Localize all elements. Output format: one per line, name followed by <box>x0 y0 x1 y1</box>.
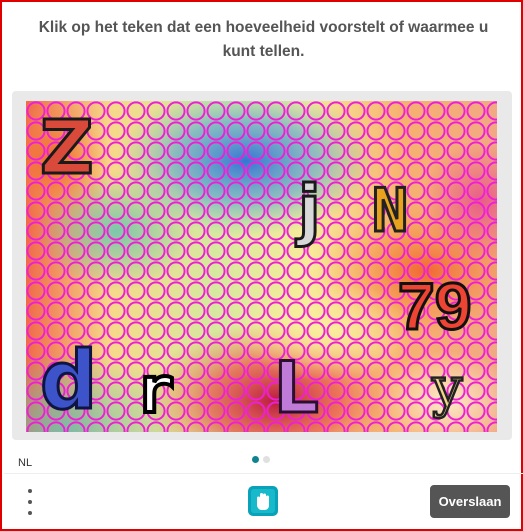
glyph-r-label: r <box>134 354 176 428</box>
challenge-panel: Z j N 79 d r L y <box>12 91 512 440</box>
glyph-j-label: j <box>297 171 323 248</box>
glyph-79-label: 79 <box>396 269 472 343</box>
glyph-d-label: d <box>38 334 98 427</box>
glyph-L-label: L <box>273 347 321 429</box>
glyph-L[interactable]: L <box>273 352 321 425</box>
language-selector[interactable]: NL <box>18 457 32 469</box>
glyph-79[interactable]: 79 <box>396 272 472 341</box>
pagination-dots <box>252 456 270 463</box>
challenge-image[interactable]: Z j N 79 d r L y <box>26 101 497 432</box>
prompt-line-2: kunt tellen. <box>222 43 305 60</box>
glyph-N[interactable]: N <box>370 180 409 243</box>
glyph-Z[interactable]: Z <box>39 110 96 187</box>
glyph-N-label: N <box>370 176 409 246</box>
glyph-r[interactable]: r <box>134 357 176 425</box>
captcha-frame: Klik op het teken dat een hoeveelheid vo… <box>0 0 523 531</box>
glyph-y[interactable]: y <box>431 359 464 416</box>
page-dot-active <box>252 456 259 463</box>
glyph-j[interactable]: j <box>297 175 323 244</box>
glyph-Z-label: Z <box>39 105 96 191</box>
vertical-dots-icon[interactable] <box>20 489 40 515</box>
prompt-line-1: Klik op het teken dat een hoeveelheid vo… <box>38 19 489 36</box>
hcaptcha-hand-icon[interactable] <box>248 486 278 516</box>
footer-divider <box>4 473 523 474</box>
glyph-y-label: y <box>431 356 464 419</box>
challenge-prompt: Klik op het teken dat een hoeveelheid vo… <box>22 16 505 64</box>
skip-button[interactable]: Overslaan <box>430 485 510 518</box>
glyph-d[interactable]: d <box>38 339 98 422</box>
page-dot <box>263 456 270 463</box>
